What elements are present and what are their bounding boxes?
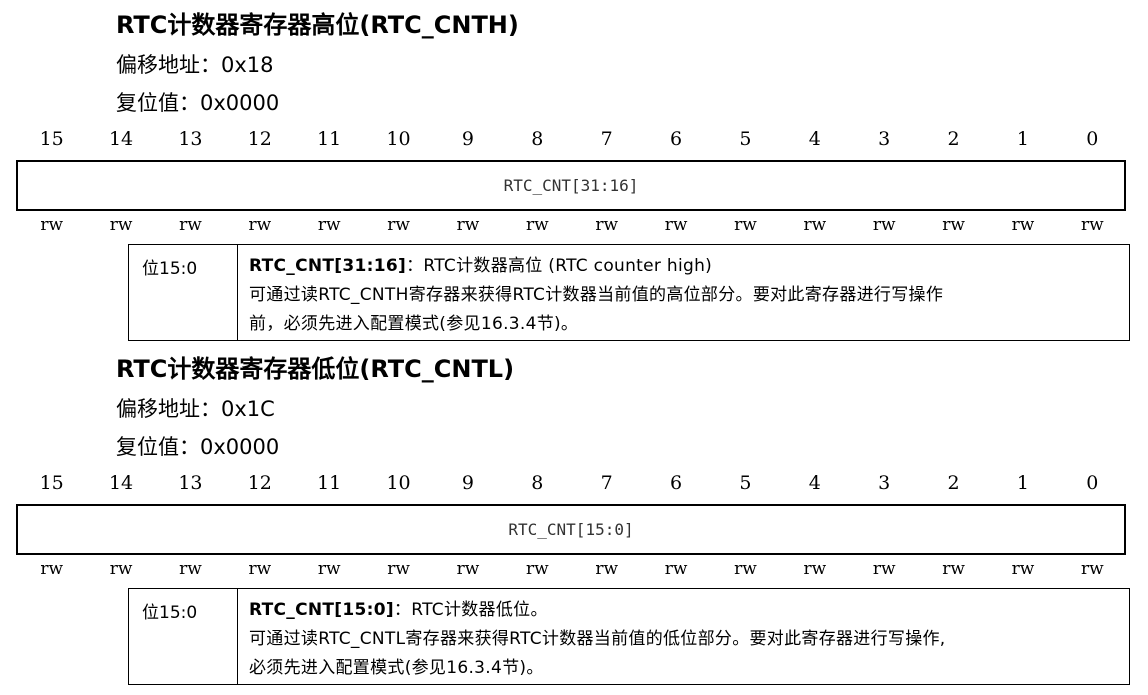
description-cell: RTC_CNT[15:0]：RTC计数器低位。 可通过读RTC_CNTL寄存器来…: [238, 589, 1129, 684]
access-type: rw: [595, 215, 619, 235]
access-type: rw: [179, 559, 202, 579]
field-summary: ：RTC计数器低位。: [393, 600, 548, 620]
reset-value: 复位值：0x0000: [116, 435, 280, 459]
bit-number: 14: [108, 472, 134, 494]
access-type: rw: [525, 559, 549, 579]
access-type: rw: [456, 215, 480, 235]
bit-number: 1: [1016, 128, 1029, 150]
description-line: 必须先进入配置模式(参见16.3.4节)。: [249, 658, 544, 678]
bit-number: 3: [878, 472, 891, 494]
register-field-name: RTC_CNT[31:16]: [503, 176, 639, 195]
access-type: rw: [734, 215, 757, 235]
bit-number-row: 15 14 13 12 11 10 9 8 7 6 5 4 3 2 1 0: [17, 472, 1127, 494]
bit-number: 0: [1086, 128, 1099, 150]
access-row: rw rw rw rw rw rw rw rw rw rw rw rw rw r…: [17, 559, 1127, 579]
bit-number: 7: [600, 472, 613, 494]
access-type: rw: [317, 559, 341, 579]
bit-number: 8: [531, 472, 544, 494]
access-type: rw: [942, 215, 965, 235]
field-description-table: 位15:0 RTC_CNT[31:16]：RTC计数器高位 (RTC count…: [128, 244, 1130, 341]
access-type: rw: [664, 559, 688, 579]
bit-number: 12: [247, 472, 272, 494]
bit-number: 5: [739, 128, 752, 150]
bit-number: 7: [600, 128, 613, 150]
register-field-box: RTC_CNT[31:16]: [16, 160, 1126, 211]
bit-number: 12: [247, 128, 272, 150]
offset-address: 偏移地址：0x1C: [116, 397, 275, 421]
section-title: RTC计数器寄存器低位(RTC_CNTL): [116, 355, 515, 383]
bit-number: 3: [878, 128, 891, 150]
bit-number: 11: [317, 472, 342, 494]
bit-number: 9: [461, 472, 474, 494]
access-type: rw: [387, 215, 410, 235]
access-type: rw: [317, 215, 341, 235]
bit-number: 9: [461, 128, 474, 150]
field-summary: ：RTC计数器高位 (RTC counter high): [406, 256, 713, 276]
bit-number: 4: [808, 128, 821, 150]
access-type: rw: [109, 215, 133, 235]
access-type: rw: [1011, 215, 1035, 235]
bit-number: 2: [947, 472, 960, 494]
description-line: 可通过读RTC_CNTH寄存器来获得RTC计数器当前值的高位部分。要对此寄存器进…: [249, 285, 944, 305]
bit-number: 1: [1016, 472, 1029, 494]
access-type: rw: [109, 559, 133, 579]
rtc-cntl-section: RTC计数器寄存器低位(RTC_CNTL) 偏移地址：0x1C 复位值：0x00…: [0, 344, 1148, 689]
bit-number: 15: [39, 472, 64, 494]
register-field-name: RTC_CNT[15:0]: [508, 520, 634, 539]
access-type: rw: [803, 559, 827, 579]
access-type: rw: [872, 215, 896, 235]
access-type: rw: [803, 215, 827, 235]
access-type: rw: [40, 559, 64, 579]
access-type: rw: [525, 215, 549, 235]
field-heading: RTC_CNT[31:16]：RTC计数器高位 (RTC counter hig…: [249, 252, 1121, 281]
access-type: rw: [734, 559, 757, 579]
description-cell: RTC_CNT[31:16]：RTC计数器高位 (RTC counter hig…: [238, 245, 1129, 340]
reset-value: 复位值：0x0000: [116, 91, 280, 115]
bit-number: 15: [39, 128, 64, 150]
access-type: rw: [872, 559, 896, 579]
description-line: 可通过读RTC_CNTL寄存器来获得RTC计数器当前值的低位部分。要对此寄存器进…: [249, 629, 946, 649]
access-row: rw rw rw rw rw rw rw rw rw rw rw rw rw r…: [17, 215, 1127, 235]
bit-number: 10: [386, 472, 411, 494]
bit-number: 14: [108, 128, 134, 150]
field-heading: RTC_CNT[15:0]：RTC计数器低位。: [249, 596, 1121, 625]
bit-range-cell: 位15:0: [129, 589, 238, 684]
bit-number: 4: [808, 472, 821, 494]
access-type: rw: [40, 215, 64, 235]
bit-number: 5: [739, 472, 752, 494]
access-type: rw: [248, 215, 272, 235]
bit-number: 0: [1086, 472, 1099, 494]
access-type: rw: [1080, 215, 1104, 235]
access-type: rw: [1011, 559, 1035, 579]
access-type: rw: [456, 559, 480, 579]
bit-number: 8: [531, 128, 544, 150]
access-type: rw: [387, 559, 410, 579]
bit-number: 11: [317, 128, 342, 150]
field-description-table: 位15:0 RTC_CNT[15:0]：RTC计数器低位。 可通过读RTC_CN…: [128, 588, 1130, 685]
field-name: RTC_CNT[31:16]: [249, 256, 407, 276]
register-field-box: RTC_CNT[15:0]: [16, 504, 1126, 555]
access-type: rw: [1080, 559, 1104, 579]
offset-address: 偏移地址：0x18: [116, 53, 274, 77]
bit-number: 10: [386, 128, 411, 150]
access-type: rw: [664, 215, 688, 235]
access-type: rw: [942, 559, 965, 579]
access-type: rw: [179, 215, 202, 235]
bit-number: 13: [178, 128, 203, 150]
bit-number: 6: [670, 128, 683, 150]
access-type: rw: [248, 559, 272, 579]
access-type: rw: [595, 559, 619, 579]
bit-number: 2: [947, 128, 960, 150]
field-name: RTC_CNT[15:0]: [249, 600, 394, 620]
rtc-cnth-section: RTC计数器寄存器高位(RTC_CNTH) 偏移地址：0x18 复位值：0x00…: [0, 0, 1148, 345]
bit-number: 13: [178, 472, 203, 494]
description-line: 前，必须先进入配置模式(参见16.3.4节)。: [249, 314, 579, 334]
bit-number-row: 15 14 13 12 11 10 9 8 7 6 5 4 3 2 1 0: [17, 128, 1127, 150]
section-title: RTC计数器寄存器高位(RTC_CNTH): [116, 11, 519, 39]
bit-range-cell: 位15:0: [129, 245, 238, 340]
bit-number: 6: [670, 472, 683, 494]
